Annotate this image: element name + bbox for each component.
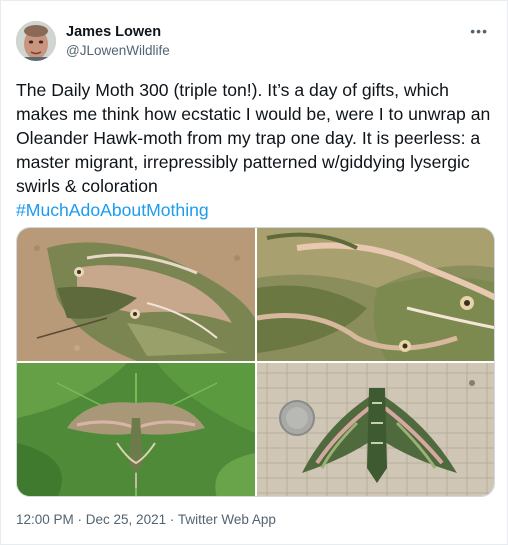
photo-3[interactable]	[17, 363, 255, 496]
tweet-card: James Lowen @JLowenWildlife ••• The Dail…	[0, 0, 508, 545]
hashtag-link[interactable]: #MuchAdoAboutMothing	[16, 200, 209, 220]
photo-1[interactable]	[17, 228, 255, 361]
photo-4[interactable]	[257, 363, 494, 496]
tweet-text: The Daily Moth 300 (triple ton!). It’s a…	[16, 78, 494, 222]
author-names: James Lowen @JLowenWildlife	[66, 23, 170, 61]
user-avatar[interactable]	[16, 21, 56, 61]
more-options-icon[interactable]: •••	[470, 23, 488, 39]
tweet-header: James Lowen @JLowenWildlife •••	[16, 21, 492, 65]
photo-grid	[16, 227, 495, 497]
author-handle[interactable]: @JLowenWildlife	[66, 41, 170, 61]
author-display-name[interactable]: James Lowen	[66, 23, 170, 41]
tweet-body: The Daily Moth 300 (triple ton!). It’s a…	[16, 80, 491, 196]
tweet-meta[interactable]: 12:00 PM · Dec 25, 2021 · Twitter Web Ap…	[16, 512, 276, 527]
photo-2[interactable]	[257, 228, 494, 361]
